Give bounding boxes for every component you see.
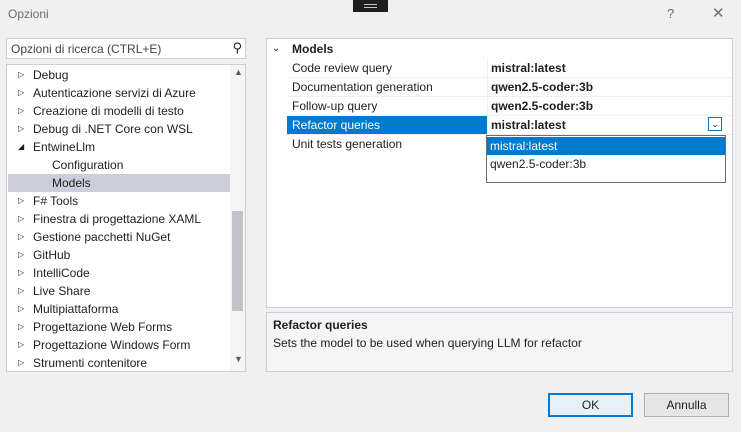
search-input[interactable] [11, 41, 221, 56]
property-name[interactable]: Refactor queries [287, 116, 487, 134]
property-name[interactable]: Unit tests generation [287, 135, 487, 153]
category-models[interactable]: ⌄ Models [267, 40, 732, 58]
collapse-arrow-icon[interactable]: ◢ [18, 138, 24, 156]
tree-item-fsharp-tools[interactable]: ▷ F# Tools [8, 192, 230, 210]
tree-item-label: Live Share [33, 284, 91, 298]
tree-item-container-tools[interactable]: ▷ Strumenti contenitore [8, 354, 230, 371]
tree-item-intellicode[interactable]: ▷ IntelliCode [8, 264, 230, 282]
options-tree[interactable]: ▷ Debug ▷ Autenticazione servizi di Azur… [6, 64, 246, 372]
scrollbar-thumb[interactable] [232, 211, 243, 311]
window-title: Opzioni [8, 7, 49, 21]
property-value[interactable]: qwen2.5-coder:3b [487, 97, 732, 115]
ok-button[interactable]: OK [548, 393, 633, 417]
expand-arrow-icon[interactable]: ▷ [18, 246, 24, 264]
property-row-documentation[interactable]: Documentation generation qwen2.5-coder:3… [267, 78, 732, 96]
expand-arrow-icon[interactable]: ▷ [18, 192, 24, 210]
tree-item-label: Finestra di progettazione XAML [33, 212, 202, 226]
expand-arrow-icon[interactable]: ▷ [18, 354, 24, 371]
cancel-button[interactable]: Annulla [644, 393, 729, 417]
tree-item-entwinellm[interactable]: ◢ EntwineLlm [8, 138, 230, 156]
model-dropdown-list[interactable]: mistral:latest qwen2.5-coder:3b [486, 135, 726, 183]
property-name[interactable]: Follow-up query [287, 97, 487, 115]
property-row-code-review[interactable]: Code review query mistral:latest [267, 59, 732, 77]
dropdown-option[interactable]: mistral:latest [487, 137, 725, 155]
expand-arrow-icon[interactable]: ▷ [18, 228, 24, 246]
expand-arrow-icon[interactable]: ▷ [18, 84, 24, 102]
tree-item-xaml-designer[interactable]: ▷ Finestra di progettazione XAML [8, 210, 230, 228]
tree-item-github[interactable]: ▷ GitHub [8, 246, 230, 264]
tree-item-label: Debug di .NET Core con WSL [33, 122, 193, 136]
property-value-combobox[interactable]: mistral:latest [487, 116, 732, 134]
tree-item-label: Strumenti contenitore [33, 356, 148, 370]
tree-item-label: IntelliCode [33, 266, 90, 280]
expand-arrow-icon[interactable]: ▷ [18, 210, 24, 228]
tree-item-configuration[interactable]: Configuration [8, 156, 230, 174]
tree-item-dotnet-wsl[interactable]: ▷ Debug di .NET Core con WSL [8, 120, 230, 138]
collapse-chevron-icon[interactable]: ⌄ [272, 40, 280, 58]
tree-item-label: Creazione di modelli di testo [33, 104, 184, 118]
tree-item-live-share[interactable]: ▷ Live Share [8, 282, 230, 300]
tree-item-cross-platform[interactable]: ▷ Multipiattaforma [8, 300, 230, 318]
tree-item-label: Gestione pacchetti NuGet [33, 230, 171, 244]
tree-item-label: F# Tools [33, 194, 79, 208]
scroll-up-icon[interactable]: ▲ [234, 67, 243, 77]
options-search-box[interactable]: ⚲ [6, 38, 246, 59]
tree-item-nuget[interactable]: ▷ Gestione pacchetti NuGet [8, 228, 230, 246]
description-title: Refactor queries [273, 318, 368, 332]
tree-item-label: Progettazione Web Forms [33, 320, 173, 334]
category-label: Models [292, 42, 334, 56]
tree-item-label: GitHub [33, 248, 71, 262]
expand-arrow-icon[interactable]: ▷ [18, 282, 24, 300]
property-value[interactable]: qwen2.5-coder:3b [487, 78, 732, 96]
tree-item-label: Progettazione Windows Form [33, 338, 191, 352]
tree-item-label: Multipiattaforma [33, 302, 119, 316]
tree-scrollbar[interactable]: ▲ ▼ [230, 65, 245, 371]
scroll-down-icon[interactable]: ▼ [234, 354, 243, 364]
description-text: Sets the model to be used when querying … [273, 336, 582, 350]
expand-arrow-icon[interactable]: ▷ [18, 102, 24, 120]
tree-item-text-templates[interactable]: ▷ Creazione di modelli di testo [8, 102, 230, 120]
expand-arrow-icon[interactable]: ▷ [18, 264, 24, 282]
property-row-follow-up[interactable]: Follow-up query qwen2.5-coder:3b [267, 97, 732, 115]
search-icon[interactable]: ⚲ [232, 40, 242, 56]
tree-item-label: Debug [33, 68, 69, 82]
tree-item-web-forms[interactable]: ▷ Progettazione Web Forms [8, 318, 230, 336]
expand-arrow-icon[interactable]: ▷ [18, 300, 24, 318]
tree-item-models[interactable]: Models [8, 174, 230, 192]
expand-arrow-icon[interactable]: ▷ [18, 120, 24, 138]
drag-handle[interactable] [353, 0, 388, 12]
property-row-refactor[interactable]: Refactor queries mistral:latest ⌄ [267, 116, 732, 134]
expand-arrow-icon[interactable]: ▷ [18, 336, 24, 354]
tree-item-label: Configuration [52, 158, 124, 172]
property-name[interactable]: Code review query [287, 59, 487, 77]
expand-arrow-icon[interactable]: ▷ [18, 66, 24, 84]
tree-item-label: Autenticazione servizi di Azure [33, 86, 196, 100]
help-button[interactable]: ? [667, 6, 674, 21]
tree-item-label: EntwineLlm [33, 140, 96, 154]
tree-item-azure-auth[interactable]: ▷ Autenticazione servizi di Azure [8, 84, 230, 102]
property-value[interactable]: mistral:latest [487, 59, 732, 77]
tree-item-windows-form[interactable]: ▷ Progettazione Windows Form [8, 336, 230, 354]
dropdown-chevron-icon[interactable]: ⌄ [708, 117, 722, 131]
close-button[interactable]: ✕ [712, 4, 725, 22]
tree-item-debug[interactable]: ▷ Debug [8, 66, 230, 84]
tree-item-label: Models [52, 176, 91, 190]
property-name[interactable]: Documentation generation [287, 78, 487, 96]
dropdown-option[interactable]: qwen2.5-coder:3b [487, 155, 725, 173]
expand-arrow-icon[interactable]: ▷ [18, 318, 24, 336]
description-panel: Refactor queries Sets the model to be us… [266, 312, 733, 372]
